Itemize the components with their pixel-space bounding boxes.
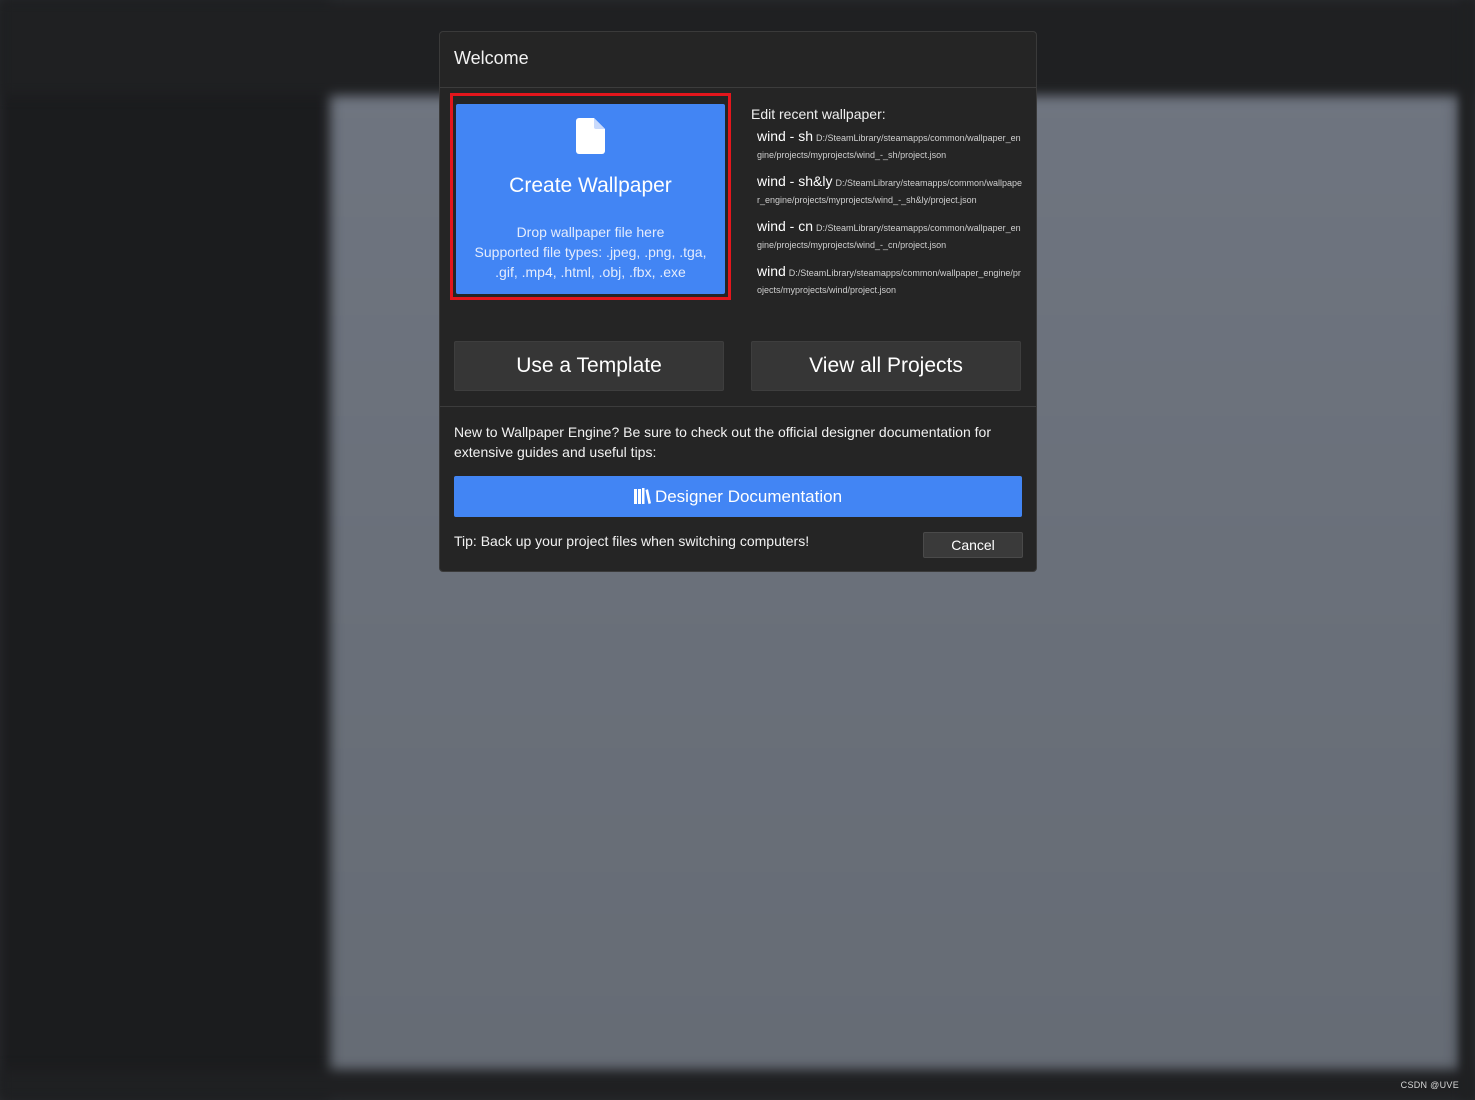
file-icon xyxy=(576,118,605,154)
welcome-dialog: Welcome Create Wallpaper Drop wallpaper … xyxy=(439,31,1037,572)
create-wallpaper-highlight: Create Wallpaper Drop wallpaper file her… xyxy=(450,93,731,300)
background-sidebar xyxy=(0,0,330,1100)
recent-heading: Edit recent wallpaper: xyxy=(751,106,886,122)
recent-item[interactable]: wind - cn D:/SteamLibrary/steamapps/commo… xyxy=(757,218,1023,253)
recent-item[interactable]: wind - sh&ly D:/SteamLibrary/steamapps/co… xyxy=(757,173,1023,208)
dialog-title: Welcome xyxy=(440,32,1036,88)
create-wallpaper-title: Create Wallpaper xyxy=(509,174,672,197)
create-wallpaper-description: Drop wallpaper file here Supported file … xyxy=(466,222,715,282)
recent-item[interactable]: wind D:/SteamLibrary/steamapps/common/wal… xyxy=(757,263,1023,298)
background-right-edge xyxy=(1460,0,1475,1100)
use-template-button[interactable]: Use a Template xyxy=(454,341,724,391)
cancel-button[interactable]: Cancel xyxy=(923,532,1023,558)
designer-documentation-button[interactable]: Designer Documentation xyxy=(454,476,1022,517)
create-wallpaper-button[interactable]: Create Wallpaper Drop wallpaper file her… xyxy=(456,104,725,294)
recent-item-name: wind - sh xyxy=(757,128,814,144)
recent-item-name: wind - sh&ly xyxy=(757,173,833,189)
watermark: CSDN @UVE xyxy=(1400,1080,1459,1090)
background-bottombar xyxy=(0,1070,1475,1100)
supported-types: Supported file types: .jpeg, .png, .tga,… xyxy=(474,244,707,280)
drop-hint: Drop wallpaper file here xyxy=(516,224,665,240)
recent-item[interactable]: wind - sh D:/SteamLibrary/steamapps/commo… xyxy=(757,128,1023,163)
tip-text: Tip: Back up your project files when swi… xyxy=(454,533,810,549)
recent-item-name: wind xyxy=(757,263,786,279)
designer-documentation-label: Designer Documentation xyxy=(654,487,843,506)
recent-wallpapers: Edit recent wallpaper: wind - sh D:/Steam… xyxy=(751,106,1023,308)
recent-item-name: wind - cn xyxy=(757,218,814,234)
view-all-projects-button[interactable]: View all Projects xyxy=(751,341,1021,391)
recent-item-path: D:/SteamLibrary/steamapps/common/wallpap… xyxy=(757,268,1021,295)
divider xyxy=(440,406,1036,407)
documentation-info: New to Wallpaper Engine? Be sure to chec… xyxy=(454,424,991,460)
books-icon xyxy=(633,488,651,504)
